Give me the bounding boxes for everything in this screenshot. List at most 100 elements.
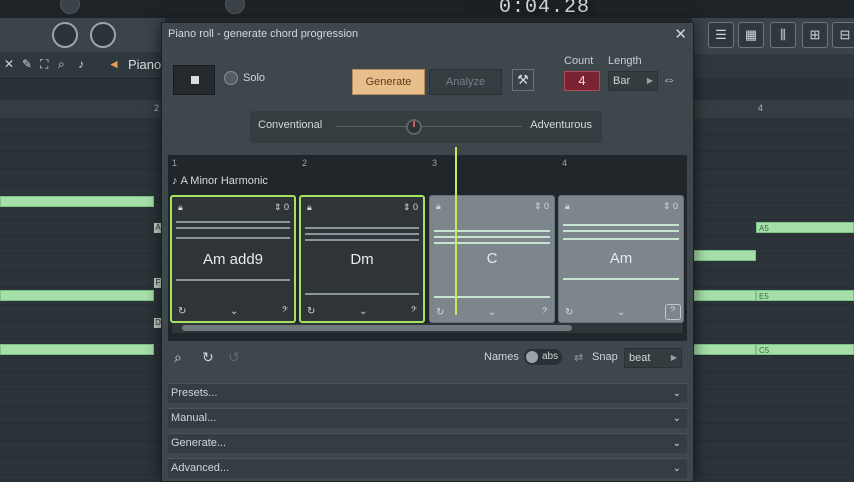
analyze-button[interactable]: Analyze: [429, 69, 502, 95]
knob-icon[interactable]: [60, 0, 80, 14]
section-manual[interactable]: Manual... ⌄: [168, 408, 687, 428]
names-label: Names: [484, 351, 519, 363]
length-select[interactable]: Bar ▶: [608, 71, 658, 91]
chevron-down-icon[interactable]: ⌄: [230, 306, 238, 317]
bass-clef-icon[interactable]: 𝄢: [665, 304, 681, 320]
dialog-title: Piano roll - generate chord progression: [168, 28, 359, 40]
right-strip: [692, 54, 854, 78]
chord-name: Am add9: [202, 251, 264, 268]
chevron-down-icon[interactable]: ⌄: [359, 306, 367, 317]
note[interactable]: [692, 250, 756, 261]
grid-icon[interactable]: ▦: [738, 22, 764, 48]
close-icon[interactable]: ✕: [674, 25, 687, 43]
chord-area: A Minor Harmonic 🔒︎ ⇕ 0 Am add9 ↻ ⌄ 𝄢 🔒︎…: [168, 147, 687, 341]
note-label: E5: [759, 292, 769, 301]
speaker-icon[interactable]: ♪: [78, 58, 90, 70]
stamp-icon[interactable]: ☰: [708, 22, 734, 48]
transport-time-display: 0:04.28: [465, 0, 595, 19]
tools-icon[interactable]: ✕: [4, 58, 16, 70]
snap-select[interactable]: beat ▶: [624, 348, 682, 368]
section-advanced[interactable]: Advanced... ⌄: [168, 458, 687, 478]
timeline-ruler: 4: [692, 100, 854, 119]
top-bar: 0:04.28: [0, 0, 854, 19]
lock-icon[interactable]: 🔒︎: [436, 201, 441, 212]
chevron-right-icon: ▶: [670, 353, 677, 362]
regenerate-icon[interactable]: ↻: [307, 306, 315, 317]
generate-button[interactable]: Generate: [352, 69, 425, 95]
note[interactable]: [692, 290, 756, 301]
section-presets[interactable]: Presets... ⌄: [168, 383, 687, 403]
section-label: Manual...: [171, 412, 217, 424]
lock-icon[interactable]: 🔒︎: [565, 201, 570, 212]
zoom-icon[interactable]: ⌕: [58, 58, 70, 70]
chevron-down-icon[interactable]: ⌄: [488, 307, 496, 318]
arrow-icon[interactable]: ◄: [108, 58, 120, 70]
note-label: C5: [759, 346, 770, 355]
lock-icon[interactable]: 🔒︎: [178, 202, 183, 213]
browser-icon[interactable]: ⊟: [832, 22, 854, 48]
stop-button[interactable]: [173, 65, 215, 95]
count-input[interactable]: 4: [564, 71, 600, 91]
select-icon[interactable]: ⛶: [40, 58, 52, 70]
note[interactable]: C5: [756, 344, 854, 355]
chord-card[interactable]: 🔒︎ ⇕ 0 C ↻ ⌄ 𝄢: [429, 195, 555, 323]
slider-track[interactable]: [336, 126, 522, 127]
chord-card[interactable]: 🔒︎ ⇕ 0 Am ↻ ⌄ 𝄢: [558, 195, 684, 323]
zoom-icon[interactable]: ⌕: [174, 349, 182, 366]
note[interactable]: A5: [756, 222, 854, 233]
snap-value: beat: [629, 352, 651, 364]
chevron-down-icon: ⌄: [672, 388, 681, 399]
right-toolbar: ☰ ▦ ⫼ ⊞ ⊟: [692, 18, 854, 54]
playhead[interactable]: [455, 147, 457, 315]
regenerate-icon[interactable]: ↻: [178, 306, 186, 317]
chord-progression-dialog: Piano roll - generate chord progression …: [161, 22, 694, 482]
note-label: A5: [759, 224, 769, 233]
names-abs-toggle[interactable]: abs: [524, 349, 562, 365]
chevron-down-icon: ⌄: [672, 413, 681, 424]
mixer-icon[interactable]: ⫼: [770, 22, 796, 48]
bass-clef-icon[interactable]: 𝄢: [282, 306, 288, 317]
wrench-icon[interactable]: ⚒: [512, 69, 534, 91]
note[interactable]: [0, 290, 154, 301]
note[interactable]: [0, 196, 154, 207]
knob-icon[interactable]: [225, 0, 245, 14]
ruler-mark: 4: [758, 103, 764, 113]
volume-dial[interactable]: [52, 22, 78, 48]
swap-icon[interactable]: ⇄: [574, 351, 583, 364]
solo-toggle[interactable]: Solo: [224, 71, 265, 91]
chord-card[interactable]: 🔒︎ ⇕ 0 Am add9 ↻ ⌄ 𝄢: [170, 195, 296, 323]
snap-label: Snap: [592, 351, 618, 363]
chord-name: Dm: [350, 251, 374, 268]
section-generate[interactable]: Generate... ⌄: [168, 433, 687, 453]
chord-lines: [176, 237, 290, 243]
scrollbar-thumb[interactable]: [182, 325, 572, 331]
bass-clef-icon[interactable]: 𝄢: [411, 306, 417, 317]
chord-card[interactable]: 🔒︎ ⇕ 0 Dm ↻ ⌄ 𝄢: [299, 195, 425, 323]
note[interactable]: E5: [756, 290, 854, 301]
length-value: Bar: [613, 75, 631, 87]
lock-icon[interactable]: 🔒︎: [307, 202, 312, 213]
channel-icon[interactable]: ⊞: [802, 22, 828, 48]
note[interactable]: [0, 344, 154, 355]
timeline-ruler: 2: [0, 100, 161, 119]
horizontal-scrollbar[interactable]: [172, 323, 683, 333]
chord-lines: [563, 278, 679, 284]
swap-icon[interactable]: ⇔: [662, 71, 676, 87]
note[interactable]: [692, 344, 756, 355]
chevron-down-icon[interactable]: ⌄: [617, 307, 625, 318]
draw-icon[interactable]: ✎: [22, 58, 34, 70]
slider-right-label: Adventurous: [530, 119, 592, 131]
reset-icon[interactable]: ↻: [202, 349, 214, 366]
chord-lines: [176, 279, 290, 285]
slider-handle[interactable]: [406, 119, 422, 135]
piano-roll-title: Piano: [128, 57, 162, 72]
chord-ruler: 1 2 3 4: [168, 155, 687, 171]
regenerate-icon[interactable]: ↻: [436, 307, 444, 318]
solo-led-icon: [224, 71, 238, 85]
bass-clef-icon[interactable]: 𝄢: [542, 307, 548, 318]
regenerate-icon[interactable]: ↻: [565, 307, 573, 318]
redo-icon[interactable]: ↺: [228, 349, 240, 366]
pan-dial[interactable]: [90, 22, 116, 48]
chord-count: ⇕ 0: [402, 202, 418, 212]
chord-lines: [305, 293, 419, 299]
